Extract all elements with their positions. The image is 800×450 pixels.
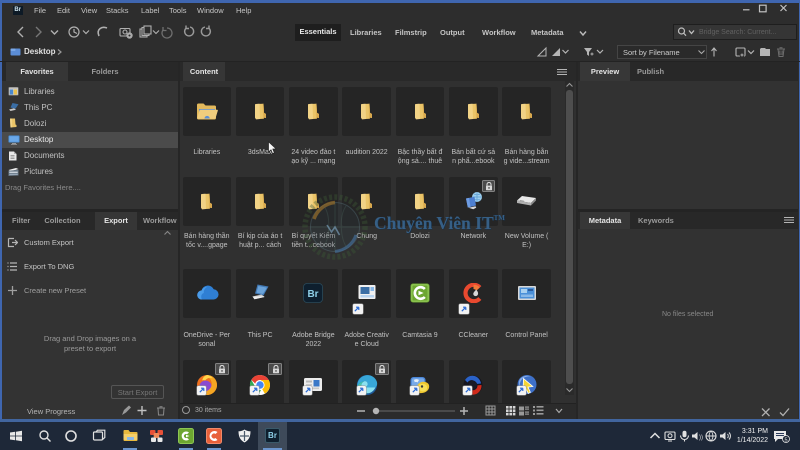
svg-text:5: 5 [784, 437, 787, 443]
svg-text:Br: Br [308, 289, 319, 300]
svg-text:)): )) [699, 435, 703, 441]
